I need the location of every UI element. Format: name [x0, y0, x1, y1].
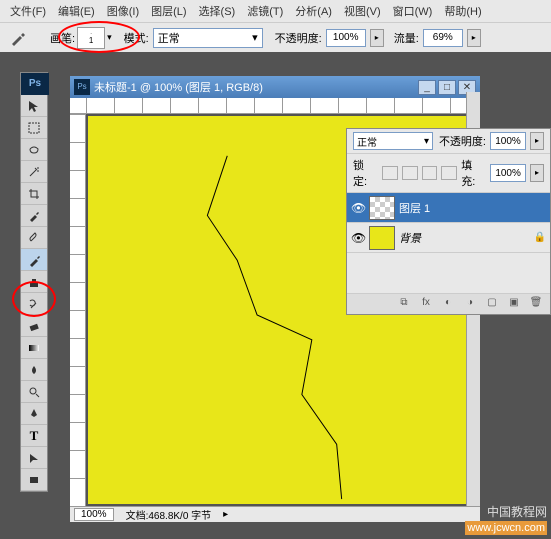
minimize-button[interactable]: _: [418, 80, 436, 95]
layer-opacity-input[interactable]: [490, 132, 526, 150]
opacity-input[interactable]: [326, 29, 366, 47]
menu-layer[interactable]: 图层(L): [145, 1, 192, 21]
layer-blend-mode-value: 正常: [357, 134, 377, 149]
lock-all-button[interactable]: [441, 166, 457, 180]
menu-edit[interactable]: 编辑(E): [52, 1, 101, 21]
chevron-down-icon: ▾: [252, 31, 258, 44]
lock-transparency-button[interactable]: [382, 166, 398, 180]
fill-input[interactable]: [490, 164, 526, 182]
adjustment-layer-icon[interactable]: ◑: [462, 297, 478, 311]
healing-brush-tool[interactable]: [21, 227, 47, 249]
document-info: 文档:468.8K/0 字节: [126, 507, 212, 522]
rectangle-tool[interactable]: [21, 469, 47, 491]
move-tool[interactable]: [21, 95, 47, 117]
maximize-button[interactable]: □: [438, 80, 456, 95]
layer-row[interactable]: 👁 图层 1: [347, 193, 550, 223]
status-flyout-icon[interactable]: ▸: [223, 509, 228, 520]
new-layer-icon[interactable]: ▣: [506, 297, 522, 311]
menubar: 文件(F) 编辑(E) 图像(I) 图层(L) 选择(S) 滤镜(T) 分析(A…: [0, 0, 551, 22]
brush-tool[interactable]: [21, 249, 47, 271]
layers-panel: 正常 ▾ 不透明度: ▸ 锁定: 填充: ▸ 👁 图层 1 👁 背景 🔒 ⧉ f…: [346, 128, 551, 315]
flow-flyout-button[interactable]: ▸: [467, 29, 481, 47]
lock-label: 锁定:: [353, 157, 378, 189]
watermark-url: www.jcwcn.com: [465, 521, 547, 535]
fill-label: 填充:: [461, 157, 486, 189]
path-selection-tool[interactable]: [21, 447, 47, 469]
vertical-ruler[interactable]: [70, 114, 86, 506]
lock-pixels-button[interactable]: [402, 166, 418, 180]
options-bar: 画笔: · 1 ▾ 模式: 正常 ▾ 不透明度: ▸ 流量: ▸: [0, 22, 551, 52]
layer-mask-icon[interactable]: ◐: [440, 297, 456, 311]
delete-layer-icon[interactable]: 🗑: [528, 297, 544, 311]
gradient-tool[interactable]: [21, 337, 47, 359]
eraser-tool[interactable]: [21, 315, 47, 337]
menu-help[interactable]: 帮助(H): [438, 1, 487, 21]
horizontal-ruler[interactable]: [70, 98, 480, 114]
visibility-toggle-icon[interactable]: 👁: [351, 231, 365, 245]
layer-blend-mode-select[interactable]: 正常 ▾: [353, 132, 433, 150]
opacity-flyout-button[interactable]: ▸: [370, 29, 384, 47]
menu-file[interactable]: 文件(F): [4, 1, 52, 21]
magic-wand-tool[interactable]: [21, 161, 47, 183]
layer-opacity-label: 不透明度:: [439, 133, 486, 149]
layer-row[interactable]: 👁 背景 🔒: [347, 223, 550, 253]
menu-image[interactable]: 图像(I): [101, 1, 145, 21]
menu-view[interactable]: 视图(V): [338, 1, 387, 21]
menu-window[interactable]: 窗口(W): [387, 1, 439, 21]
lasso-tool[interactable]: [21, 139, 47, 161]
zoom-level[interactable]: 100%: [74, 508, 114, 521]
lock-position-button[interactable]: [422, 166, 438, 180]
pen-tool[interactable]: [21, 403, 47, 425]
layer-opacity-flyout[interactable]: ▸: [530, 132, 544, 150]
eyedropper-tool[interactable]: [21, 205, 47, 227]
opacity-label: 不透明度:: [275, 30, 322, 46]
layer-thumbnail[interactable]: [369, 196, 395, 220]
blend-mode-value: 正常: [158, 30, 180, 46]
clone-stamp-tool[interactable]: [21, 271, 47, 293]
layers-panel-footer: ⧉ fx ◐ ◑ ▢ ▣ 🗑: [347, 293, 550, 314]
fill-flyout[interactable]: ▸: [530, 164, 544, 182]
flow-label: 流量:: [394, 30, 419, 46]
flow-input[interactable]: [423, 29, 463, 47]
toolbox: Ps T: [20, 72, 48, 492]
blend-mode-select[interactable]: 正常 ▾: [153, 28, 263, 48]
brush-size-value: 1: [89, 37, 93, 45]
menu-select[interactable]: 选择(S): [193, 1, 242, 21]
crop-tool[interactable]: [21, 183, 47, 205]
marquee-tool[interactable]: [21, 117, 47, 139]
layer-name[interactable]: 背景: [399, 230, 530, 246]
history-brush-tool[interactable]: [21, 293, 47, 315]
layer-thumbnail[interactable]: [369, 226, 395, 250]
brush-preset-group: 画笔: · 1 ▾: [42, 27, 120, 49]
brush-tool-indicator-icon: [8, 28, 28, 48]
status-bar: 100% 文档:468.8K/0 字节 ▸: [70, 506, 480, 522]
visibility-toggle-icon[interactable]: 👁: [351, 201, 365, 215]
chevron-down-icon: ▾: [424, 136, 429, 147]
ps-badge-icon: Ps: [74, 79, 90, 95]
brush-preset-picker[interactable]: · 1: [77, 27, 105, 49]
layer-style-icon[interactable]: fx: [418, 297, 434, 311]
document-title: 未标题-1 @ 100% (图层 1, RGB/8): [94, 79, 263, 95]
watermark-text: 中国教程网: [465, 505, 547, 521]
dodge-tool[interactable]: [21, 381, 47, 403]
lock-icon: 🔒: [534, 232, 546, 243]
brush-label: 画笔:: [50, 30, 75, 46]
document-titlebar[interactable]: Ps 未标题-1 @ 100% (图层 1, RGB/8) _ □ ✕: [70, 76, 480, 98]
group-icon[interactable]: ▢: [484, 297, 500, 311]
watermark: 中国教程网 www.jcwcn.com: [465, 505, 547, 535]
menu-filter[interactable]: 滤镜(T): [241, 1, 289, 21]
blur-tool[interactable]: [21, 359, 47, 381]
mode-label: 模式:: [124, 30, 149, 46]
brush-dropdown-arrow-icon[interactable]: ▾: [107, 32, 112, 43]
type-tool[interactable]: T: [21, 425, 47, 447]
layer-name[interactable]: 图层 1: [399, 200, 546, 216]
ps-logo-icon: Ps: [21, 73, 49, 95]
link-layers-icon[interactable]: ⧉: [396, 297, 412, 311]
menu-analysis[interactable]: 分析(A): [289, 1, 338, 21]
